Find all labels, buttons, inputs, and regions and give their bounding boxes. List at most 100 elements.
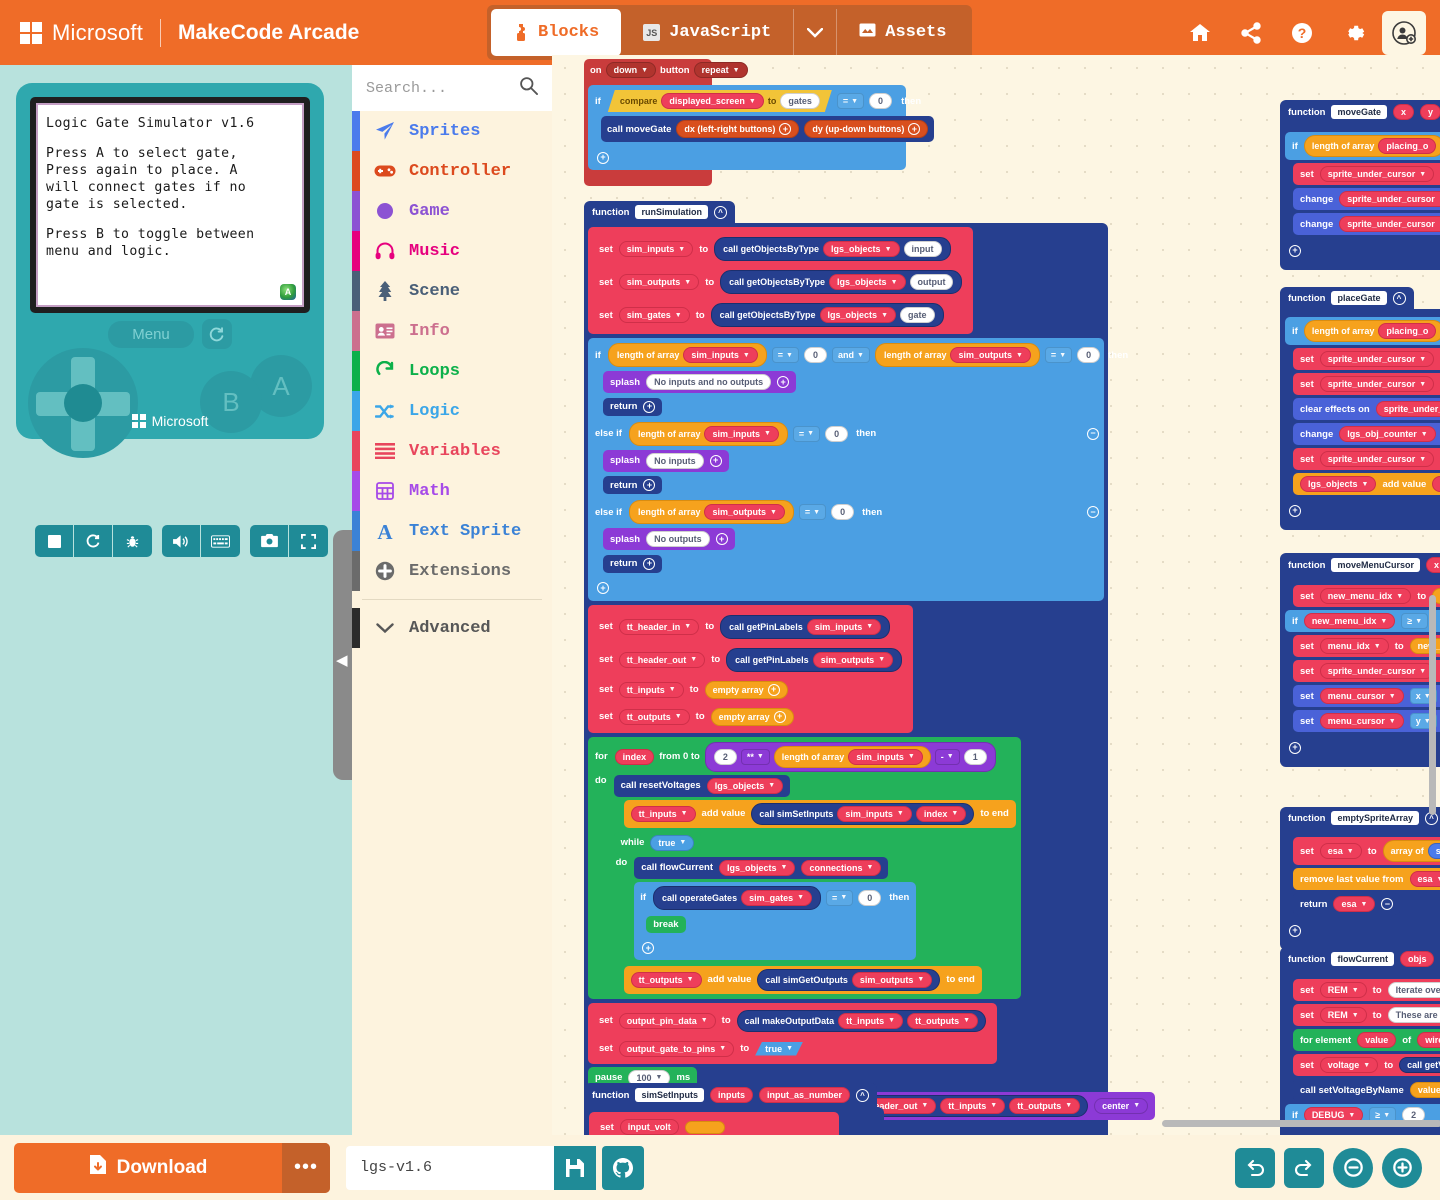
download-button[interactable]: Download •••	[14, 1143, 330, 1193]
param-y[interactable]: y	[1420, 104, 1440, 120]
toolbox-category-logic[interactable]: Logic	[352, 391, 552, 431]
set-row[interactable]: setsim_gates▼tocall getObjectsByTypelgs_…	[592, 300, 951, 330]
set-variable[interactable]: tt_inputs▼	[619, 682, 684, 698]
logical-and-operator[interactable]: and▼	[832, 347, 870, 363]
set-call-value[interactable]: call getPinLabelssim_inputs▼	[720, 615, 890, 639]
search-icon[interactable]	[519, 76, 538, 100]
operategates-operand[interactable]: 0	[858, 890, 881, 906]
if-operator[interactable]: ≥▼	[1401, 613, 1428, 629]
stop-button[interactable]	[35, 525, 74, 557]
splash-expand-icon[interactable]: +	[777, 376, 789, 388]
splash-text-1[interactable]: No inputs and no outputs	[646, 374, 771, 390]
set-row[interactable]: setvoltage▼tocall getVolt	[1293, 1054, 1440, 1076]
splash-text-3[interactable]: No outputs	[646, 531, 710, 547]
sprite-value[interactable]: sprite	[1428, 843, 1440, 859]
set-variable[interactable]: sprite_under_cursor▼	[1320, 663, 1434, 679]
operategates-operator[interactable]: =▼	[826, 890, 853, 906]
set-variable[interactable]: sprite_under_cursor▼	[1320, 351, 1434, 367]
function-name[interactable]: runSimulation	[635, 205, 708, 219]
set-row[interactable]: settt_header_out▼tocall getPinLabelssim_…	[592, 645, 909, 675]
call-simsetinputs[interactable]: call simSetInputs sim_inputs▼ index▼	[751, 803, 974, 825]
elseif-operator-2[interactable]: =▼	[799, 504, 826, 520]
makeoutputdata-arg2[interactable]: tt_outputs▼	[907, 1013, 978, 1029]
set-variable[interactable]: voltage▼	[1320, 1057, 1378, 1073]
set-variable[interactable]: sprite_under_cursor▼	[1320, 451, 1434, 467]
project-name-field[interactable]	[346, 1146, 554, 1190]
fullscreen-button[interactable]	[289, 525, 328, 557]
param-x[interactable]: x	[1393, 104, 1414, 120]
set-call-value[interactable]: call getObjectsByTypelgs_objects▼input	[714, 237, 950, 261]
add-else-icon[interactable]: +	[597, 152, 609, 164]
event-direction-dropdown[interactable]: down▼	[606, 62, 656, 78]
simgetoutputs-arg[interactable]: sim_outputs▼	[852, 972, 932, 988]
resetvoltages-arg[interactable]: lgs_objects▼	[707, 778, 783, 794]
minus-operator[interactable]: -▼	[935, 749, 960, 765]
function-header[interactable]: functionplaceGate^	[1280, 287, 1414, 309]
set-value-slot[interactable]	[685, 1121, 725, 1134]
set-comment-row[interactable]: setREM▼toThese are special	[1293, 1004, 1440, 1026]
call-arg[interactable]: sim_outputs▼	[813, 652, 893, 668]
collapse-function-icon[interactable]: ^	[1393, 292, 1406, 305]
truthtable-arg4[interactable]: tt_outputs▼	[1009, 1098, 1080, 1114]
add-statement-icon[interactable]: +	[1289, 505, 1301, 517]
list-add-row[interactable]: lgs_objects▼add values	[1293, 473, 1440, 495]
toolbox-category-scene[interactable]: Scene	[352, 271, 552, 311]
toolbox-category-loops[interactable]: Loops	[352, 351, 552, 391]
element-list[interactable]: wire_conns	[1417, 1032, 1440, 1048]
toolbox-category-controller[interactable]: Controller	[352, 151, 552, 191]
text-alignment-dropdown[interactable]: center▼	[1094, 1098, 1148, 1114]
compare-string[interactable]: gates	[780, 93, 820, 109]
for-loop-block[interactable]: for index from 0 to 2 **▼ length of arra…	[588, 737, 1021, 999]
function-header[interactable]: functionemptySpriteArray^	[1280, 807, 1440, 829]
function-name[interactable]: emptySpriteArray	[1331, 811, 1419, 825]
block-on-button-down[interactable]: on down▼ button repeat▼ if compare	[584, 59, 712, 186]
splash-block-1[interactable]: splash No inputs and no outputs +	[603, 371, 796, 393]
operategates-arg[interactable]: sim_gates▼	[741, 890, 812, 906]
set-variable[interactable]: new_menu_idx▼	[1320, 588, 1411, 604]
call-movegate-block[interactable]: call moveGate dx (left-right buttons)+ d…	[607, 120, 928, 138]
splash-block-2[interactable]: splash No inputs +	[603, 450, 729, 472]
set-call-value[interactable]: call getObjectsByTypelgs_objects▼gate	[711, 303, 944, 327]
rem-text[interactable]: Iterate over wires	[1388, 982, 1440, 998]
length-arg[interactable]: placing_o	[1378, 138, 1436, 154]
toolbox-category-music[interactable]: Music	[352, 231, 552, 271]
list-add-tt-outputs[interactable]: tt_outputs▼ add value call simGetOutputs…	[624, 966, 982, 994]
set-output-gate-to-pins-true[interactable]: set output_gate_to_pins▼ to true▼	[592, 1038, 810, 1060]
length-of-array-2[interactable]: length of array sim_outputs▼	[875, 343, 1040, 367]
blocks-workspace[interactable]: on down▼ button repeat▼ if compare	[552, 55, 1440, 1135]
movegate-arg-dy[interactable]: dy (up-down buttons)+	[804, 120, 928, 138]
dpad-control[interactable]	[28, 348, 138, 458]
block-function-emptyspritearray[interactable]: functionemptySpriteArray^ setesa▼toarray …	[1280, 807, 1440, 950]
collapse-function-icon[interactable]: ^	[856, 1089, 869, 1102]
clear-effects-row[interactable]: clear effects onsprite_under_cur	[1293, 398, 1440, 420]
download-more-options-button[interactable]: •••	[282, 1143, 330, 1193]
change-row[interactable]: changelgs_obj_counter▼by1	[1293, 423, 1440, 445]
keyboard-controls-button[interactable]	[201, 525, 240, 557]
set-row[interactable]: setesa▼toarray ofsprite	[1293, 837, 1440, 865]
if-else-chain[interactable]: if length of array sim_inputs▼ =▼ 0 and▼…	[588, 338, 1104, 601]
param-input-as-number[interactable]: input_as_number	[759, 1087, 850, 1103]
length-arg-4[interactable]: sim_outputs▼	[704, 504, 784, 520]
set-variable[interactable]: sim_inputs▼	[619, 241, 693, 257]
param-inputs[interactable]: inputs	[710, 1087, 753, 1103]
call-arg[interactable]: lgs_objects▼	[820, 307, 896, 323]
workspace-vertical-scrollbar[interactable]	[1429, 595, 1436, 815]
function-name[interactable]: moveGate	[1331, 105, 1387, 119]
set-row[interactable]: setsprite_under_cursor▼z (	[1293, 373, 1440, 395]
function-header-runsimulation[interactable]: function runSimulation ^	[584, 201, 735, 223]
event-mode-dropdown[interactable]: repeat▼	[694, 62, 748, 78]
length-of-array-1[interactable]: length of array sim_inputs▼	[608, 343, 767, 367]
set-variable[interactable]: menu_idx▼	[1320, 638, 1389, 654]
download-main-action[interactable]: Download	[14, 1143, 282, 1193]
toolbox-advanced-toggle[interactable]: Advanced	[352, 608, 552, 648]
return-block-3[interactable]: return+	[603, 555, 662, 573]
element-variable[interactable]: value	[1357, 1032, 1396, 1048]
elseif-operand-2[interactable]: 0	[831, 504, 854, 520]
call-string-arg[interactable]: output	[910, 274, 954, 290]
toolbox-category-info[interactable]: Info	[352, 311, 552, 351]
block-function-flowcurrent[interactable]: functionflowCurrentobjswire_c^setREM▼toI…	[1280, 947, 1440, 1135]
set-call-value[interactable]: call getPinLabelssim_outputs▼	[726, 648, 902, 672]
empty-array-value[interactable]: empty array+	[705, 681, 788, 699]
set-row[interactable]: setnew_menu_idx▼tomenu_id	[1293, 585, 1440, 607]
if-row[interactable]: iflength of arrayplacing_o	[1285, 132, 1440, 160]
